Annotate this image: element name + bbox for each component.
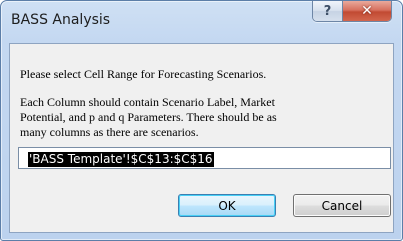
prompt-text-line-2: Each Column should contain Scenario Labe… xyxy=(20,95,275,109)
cancel-button[interactable]: Cancel xyxy=(293,194,391,217)
close-button[interactable]: ✕ xyxy=(343,1,391,21)
caption-buttons: ? ✕ xyxy=(312,1,392,22)
prompt-text-line-4: many columns as there are scenarios. xyxy=(20,125,199,139)
ok-button[interactable]: OK xyxy=(178,194,276,217)
prompt-text-line-3: Potential, and p and q Parameters. There… xyxy=(20,110,277,124)
cancel-button-label: Cancel xyxy=(321,198,363,213)
title-bar[interactable]: BASS Analysis ? ✕ xyxy=(1,1,402,43)
cell-range-value[interactable]: 'BASS Template'!$C$13:$C$16 xyxy=(28,152,214,167)
ok-button-label: OK xyxy=(218,198,236,213)
prompt-text-line-1: Please select Cell Range for Forecasting… xyxy=(20,67,267,81)
close-icon: ✕ xyxy=(361,3,373,19)
window-title: BASS Analysis xyxy=(11,12,111,28)
cell-range-input[interactable]: 'BASS Template'!$C$13:$C$16 xyxy=(18,147,391,169)
help-button[interactable]: ? xyxy=(313,1,343,21)
help-icon: ? xyxy=(323,3,332,19)
